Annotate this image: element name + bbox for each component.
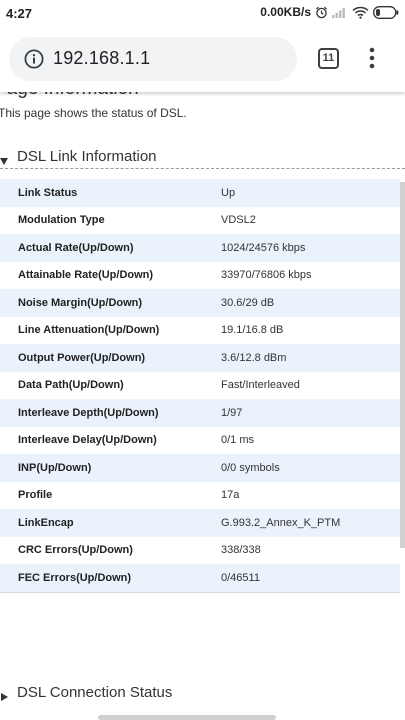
table-row: Link Status Up xyxy=(0,179,400,207)
section-title: DSL Link Information xyxy=(17,148,157,165)
table-row: Attainable Rate(Up/Down) 33970/76806 kbps xyxy=(0,262,400,290)
gesture-bar[interactable] xyxy=(98,715,276,720)
row-value: 338/338 xyxy=(221,544,261,557)
wifi-icon xyxy=(352,6,369,19)
row-value: 33970/76806 kbps xyxy=(221,269,312,282)
address-bar[interactable]: 192.168.1.1 xyxy=(9,37,297,81)
table-row: Profile 17a xyxy=(0,482,400,510)
tab-switcher-button[interactable]: 11 xyxy=(318,48,339,69)
table-row: LinkEncap G.993.2_Annex_K_PTM xyxy=(0,509,400,537)
section-divider xyxy=(0,168,405,169)
network-speed: 0.00KB/s xyxy=(260,5,311,19)
page-description: This page shows the status of DSL. xyxy=(0,106,187,120)
row-label: Profile xyxy=(18,489,53,502)
row-value: 3.6/12.8 dBm xyxy=(221,351,287,364)
row-value: 1024/24576 kbps xyxy=(221,241,306,254)
collapsed-triangle-icon xyxy=(0,689,9,707)
row-label: LinkEncap xyxy=(18,516,74,529)
table-row: Interleave Delay(Up/Down) 0/1 ms xyxy=(0,427,400,455)
table-row: Interleave Depth(Up/Down) 1/97 xyxy=(0,399,400,427)
page-title: Page Information xyxy=(0,92,139,100)
table-row: Modulation Type VDSL2 xyxy=(0,207,400,235)
table-row: INP(Up/Down) 0/0 symbols xyxy=(0,454,400,482)
table-row: Line Attenuation(Up/Down) 19.1/16.8 dB xyxy=(0,317,400,345)
status-time: 4:27 xyxy=(6,6,33,21)
row-value: VDSL2 xyxy=(221,214,256,227)
info-icon[interactable] xyxy=(24,49,44,74)
page-content: Page Information This page shows the sta… xyxy=(0,92,405,720)
row-label: Link Status xyxy=(18,186,78,199)
row-label: Modulation Type xyxy=(18,214,105,227)
section-dsl-connection-status[interactable]: DSL Connection Status xyxy=(0,676,405,712)
table-row: Noise Margin(Up/Down) 30.6/29 dB xyxy=(0,289,400,317)
row-label: Data Path(Up/Down) xyxy=(18,379,124,392)
row-label: Noise Margin(Up/Down) xyxy=(18,296,143,309)
status-icons: 0.00KB/s xyxy=(260,5,399,19)
table-row: Output Power(Up/Down) 3.6/12.8 dBm xyxy=(0,344,400,372)
row-value: 0/46511 xyxy=(221,571,260,584)
row-value: 0/1 ms xyxy=(221,434,255,447)
row-label: Line Attenuation(Up/Down) xyxy=(18,324,160,337)
row-value: 0/0 symbols xyxy=(221,461,280,474)
table-row: Data Path(Up/Down) Fast/Interleaved xyxy=(0,372,400,400)
row-value: Up xyxy=(221,186,236,199)
row-value: 1/97 xyxy=(221,406,243,419)
row-label: Actual Rate(Up/Down) xyxy=(18,241,134,254)
row-label: CRC Errors(Up/Down) xyxy=(18,544,133,557)
section-title: DSL Connection Status xyxy=(17,684,173,701)
row-label: FEC Errors(Up/Down) xyxy=(18,571,132,584)
row-label: Output Power(Up/Down) xyxy=(18,351,146,364)
browser-toolbar: 192.168.1.1 11 xyxy=(0,28,405,92)
row-value: G.993.2_Annex_K_PTM xyxy=(221,516,341,529)
row-value: 17a xyxy=(221,489,240,502)
table-row: CRC Errors(Up/Down) 338/338 xyxy=(0,537,400,565)
dsl-link-table: Link Status Up Modulation Type VDSL2 Actua… xyxy=(0,179,400,593)
row-value: 19.1/16.8 dB xyxy=(221,324,284,337)
overflow-menu-icon[interactable] xyxy=(368,47,376,74)
table-row: FEC Errors(Up/Down) 0/46511 xyxy=(0,564,400,592)
table-scrollbar[interactable] xyxy=(400,182,405,548)
row-value: 30.6/29 dB xyxy=(221,296,275,309)
row-label: Interleave Depth(Up/Down) xyxy=(18,406,159,419)
table-row: Actual Rate(Up/Down) 1024/24576 kbps xyxy=(0,234,400,262)
status-bar: 4:27 0.00KB/s xyxy=(0,0,405,28)
url-text[interactable]: 192.168.1.1 xyxy=(53,48,150,69)
signal-bars-icon xyxy=(332,6,348,18)
battery-icon xyxy=(373,5,399,19)
row-label: Interleave Delay(Up/Down) xyxy=(18,434,157,447)
section-dsl-link-information[interactable]: DSL Link Information xyxy=(0,140,405,176)
row-label: INP(Up/Down) xyxy=(18,461,92,474)
row-label: Attainable Rate(Up/Down) xyxy=(18,269,154,282)
row-value: Fast/Interleaved xyxy=(221,379,300,392)
alarm-clock-icon xyxy=(315,6,328,19)
